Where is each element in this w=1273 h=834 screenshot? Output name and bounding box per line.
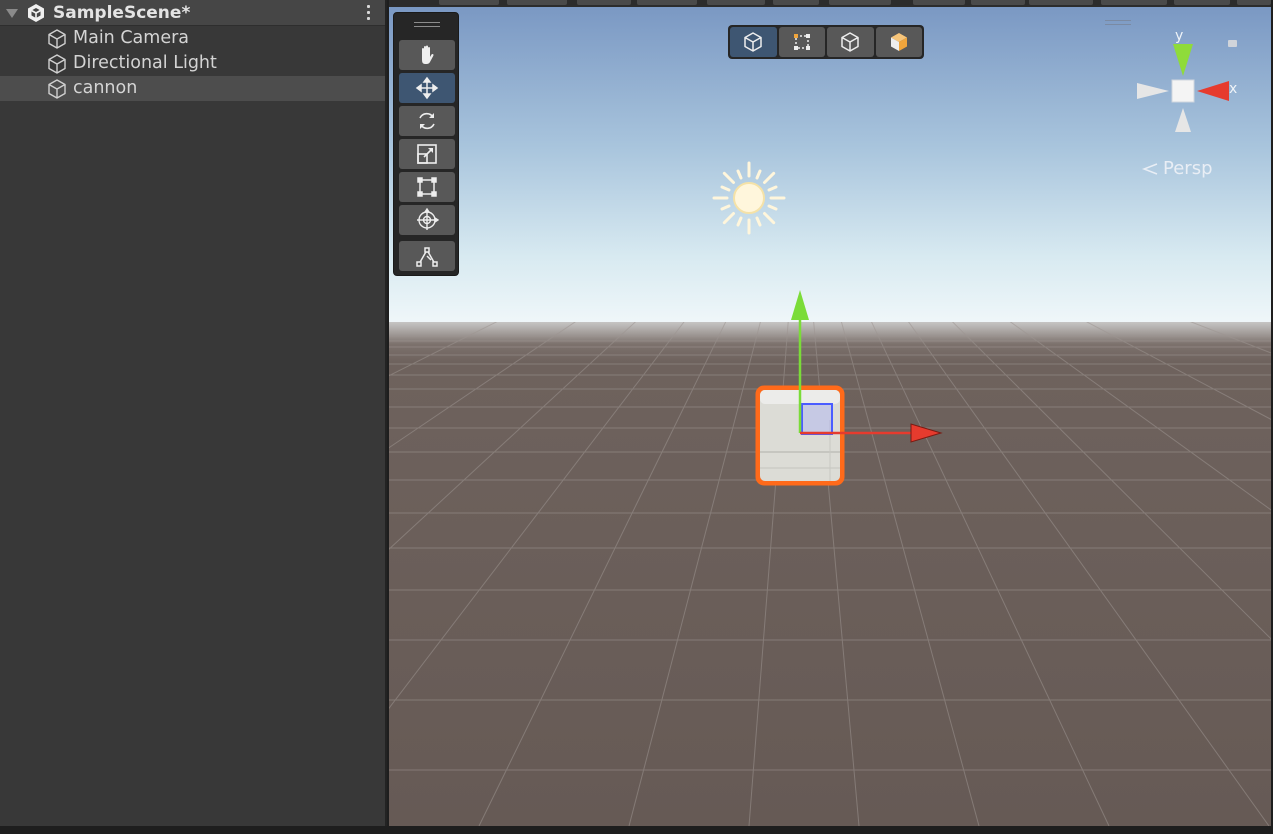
gizmo-lock-icon[interactable] — [1228, 40, 1237, 47]
scene-view[interactable]: y x Persp — [389, 0, 1271, 826]
custom-editor-tool-button[interactable] — [399, 241, 455, 271]
hierarchy-item-cannon[interactable]: cannon — [0, 76, 385, 101]
gameobject-cube-icon — [48, 54, 66, 74]
rect-tool-button[interactable] — [399, 172, 455, 202]
hierarchy-item-main-camera[interactable]: Main Camera — [0, 26, 385, 51]
unity-scene-icon — [28, 4, 44, 22]
editor-tool-icon — [416, 247, 438, 267]
lit-cube-icon — [890, 33, 907, 51]
neg-x-cone — [1137, 83, 1169, 99]
gameobject-cube-icon — [48, 79, 66, 99]
palette-drag-handle[interactable] — [414, 22, 440, 28]
overlay-drag-handle[interactable] — [1105, 20, 1131, 26]
hierarchy-item-label: Main Camera — [73, 28, 190, 48]
rotate-icon — [419, 112, 435, 130]
x-axis-label: x — [1229, 81, 1238, 97]
projection-label: Persp — [1163, 158, 1213, 179]
y-axis-label: y — [1175, 28, 1184, 44]
more-options-icon[interactable] — [367, 5, 371, 21]
rect-mode-icon — [793, 34, 810, 50]
projection-toggle[interactable]: Persp — [1141, 158, 1213, 179]
shaded-cube-icon — [744, 32, 762, 52]
hierarchy-item-label: cannon — [73, 78, 138, 98]
hierarchy-item-label: Directional Light — [73, 53, 217, 73]
lit-view-button[interactable] — [875, 27, 922, 57]
hand-icon — [422, 45, 434, 64]
hierarchy-item-directional-light[interactable]: Directional Light — [0, 51, 385, 76]
scene-toolbar-strip — [389, 0, 1271, 7]
transform-tool-button[interactable] — [399, 205, 455, 235]
scale-tool-button[interactable] — [399, 139, 455, 169]
directional-light-icon[interactable] — [712, 161, 786, 235]
wire-cube-icon — [841, 32, 859, 52]
move-tool-button[interactable] — [399, 73, 455, 103]
rotate-tool-button[interactable] — [399, 106, 455, 136]
perspective-icon — [1141, 162, 1158, 175]
scene-header-row[interactable]: SampleScene* — [0, 0, 385, 26]
foldout-arrow-icon[interactable] — [6, 9, 18, 18]
hand-tool-button[interactable] — [399, 40, 455, 70]
center-cube — [1171, 79, 1195, 103]
hierarchy-panel: SampleScene* Main Camera Directional Lig… — [0, 0, 387, 826]
shaded-view-button[interactable] — [730, 27, 777, 57]
rect-transform-icon — [417, 177, 437, 197]
axis-gizmo[interactable] — [1133, 28, 1243, 138]
xy-plane-handle — [801, 403, 833, 435]
x-cone — [1197, 81, 1229, 101]
move-icon — [415, 76, 439, 100]
orientation-gizmo[interactable]: y x — [1133, 28, 1243, 138]
rect-view-button[interactable] — [778, 27, 825, 57]
wireframe-view-button[interactable] — [827, 27, 874, 57]
transform-icon — [417, 208, 439, 230]
view-mode-toolbar — [728, 25, 924, 59]
scene-name: SampleScene* — [53, 3, 191, 23]
scale-icon — [417, 144, 437, 164]
neg-y-cone — [1175, 108, 1191, 132]
tool-palette — [393, 12, 459, 276]
gameobject-cube-icon — [48, 29, 66, 49]
y-cone — [1173, 44, 1193, 76]
